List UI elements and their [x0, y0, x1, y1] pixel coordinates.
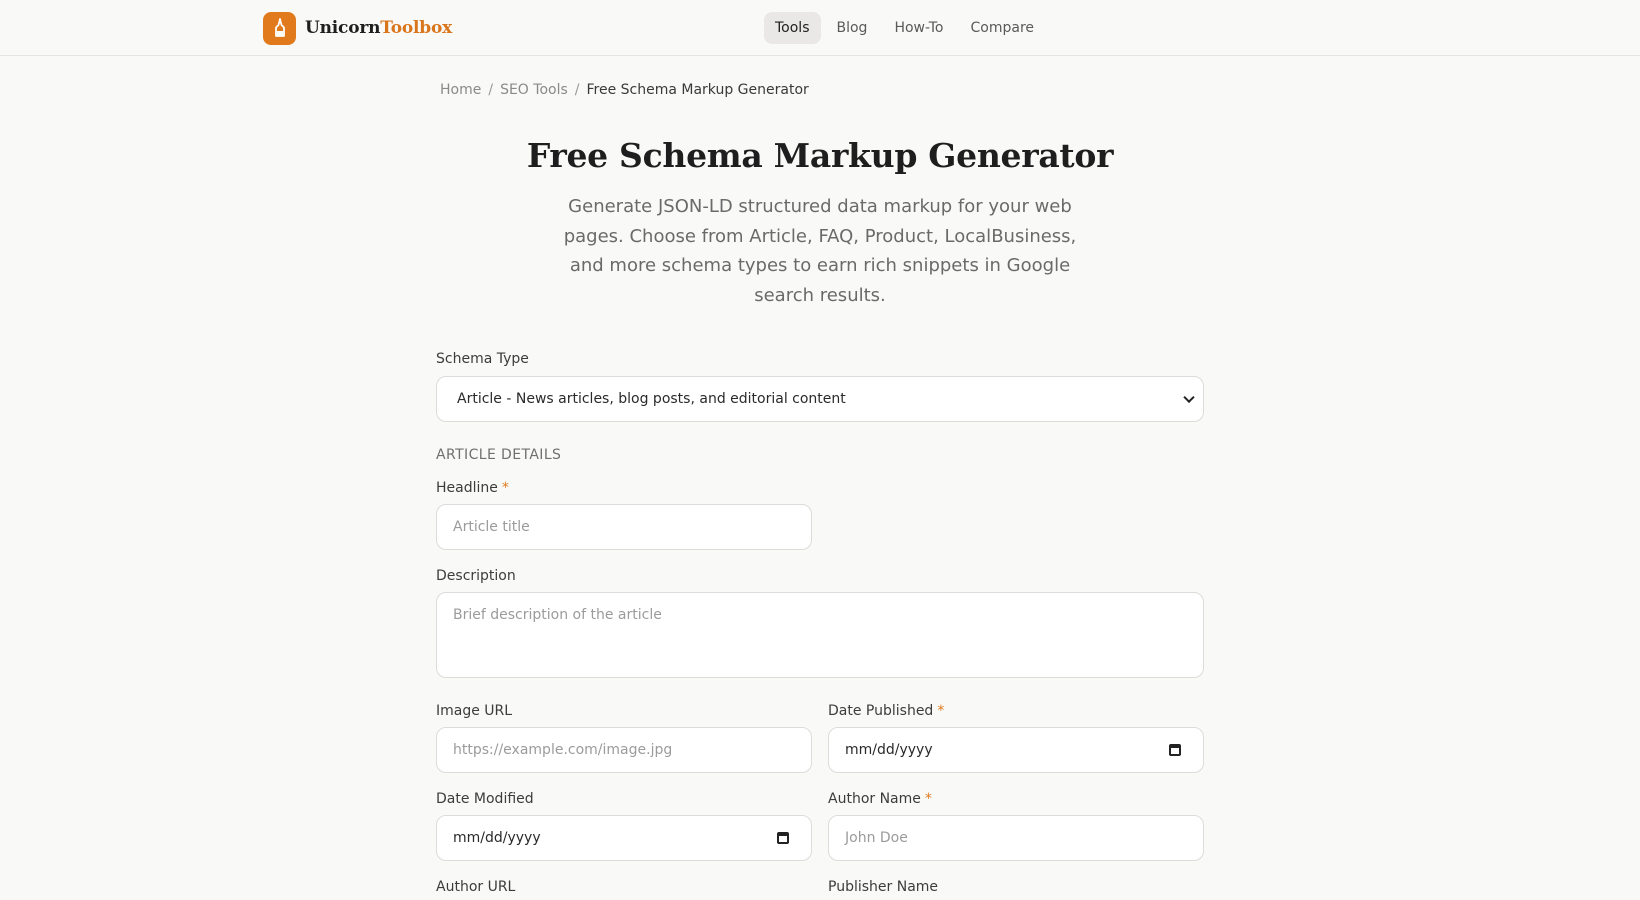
description-textarea[interactable]: Brief description of the article	[436, 592, 1204, 678]
required-marker: *	[924, 791, 932, 807]
publisher-name-label: Publisher Name	[828, 879, 939, 895]
calendar-icon[interactable]	[1169, 744, 1181, 756]
page-description: Generate JSON-LD structured data markup …	[563, 196, 1077, 306]
schema-type-select[interactable]: Article - News articles, blog posts, and…	[436, 376, 1204, 422]
schema-type-selected: Article - News articles, blog posts, and…	[457, 391, 846, 407]
headline-label-text: Headline	[436, 480, 498, 496]
required-marker: *	[501, 480, 509, 496]
brand-name: UnicornToolbox	[305, 18, 452, 38]
author-name-input[interactable]: John Doe	[828, 815, 1204, 861]
brand-logo[interactable]: UnicornToolbox	[263, 11, 452, 45]
nav-blog[interactable]: Blog	[826, 12, 879, 44]
nav-compare[interactable]: Compare	[960, 12, 1046, 44]
image-url-input[interactable]: https://example.com/image.jpg	[436, 727, 812, 773]
image-url-placeholder: https://example.com/image.jpg	[453, 742, 673, 758]
breadcrumb-home[interactable]: Home	[440, 82, 481, 98]
headline-input[interactable]: Article title	[436, 504, 812, 550]
headline-placeholder: Article title	[453, 519, 530, 535]
date-modified-input[interactable]: mm/dd/yyyy	[436, 815, 812, 861]
author-name-label: Author Name *	[828, 791, 932, 807]
author-name-label-text: Author Name	[828, 791, 921, 807]
schema-type-label: Schema Type	[436, 351, 529, 367]
brand-name-part2: Toolbox	[380, 18, 453, 38]
description-placeholder: Brief description of the article	[453, 607, 662, 623]
breadcrumb-separator: /	[574, 82, 580, 98]
date-published-value: mm/dd/yyyy	[845, 742, 933, 758]
image-url-label: Image URL	[436, 703, 513, 719]
breadcrumb-current: Free Schema Markup Generator	[586, 82, 809, 98]
date-published-label: Date Published *	[828, 703, 944, 719]
main-nav: Tools Blog How-To Compare	[764, 12, 1050, 44]
date-published-input[interactable]: mm/dd/yyyy	[828, 727, 1204, 773]
date-published-label-text: Date Published	[828, 703, 934, 719]
date-modified-label: Date Modified	[436, 791, 534, 807]
author-name-placeholder: John Doe	[845, 830, 908, 846]
headline-label: Headline *	[436, 480, 509, 496]
page-title: Free Schema Markup Generator	[526, 136, 1114, 175]
section-title-article-details: ARTICLE DETAILS	[436, 447, 562, 463]
required-marker: *	[937, 703, 945, 719]
nav-tools[interactable]: Tools	[764, 12, 821, 44]
nav-how-to[interactable]: How-To	[883, 12, 954, 44]
unicorn-logo-icon	[263, 11, 296, 45]
chevron-down-icon	[1183, 391, 1195, 404]
brand-name-part1: Unicorn	[305, 18, 381, 38]
calendar-icon[interactable]	[777, 832, 789, 844]
date-modified-value: mm/dd/yyyy	[453, 830, 541, 846]
author-url-label: Author URL	[436, 879, 516, 895]
breadcrumb-seo-tools[interactable]: SEO Tools	[500, 82, 568, 98]
description-label: Description	[436, 568, 516, 584]
top-navbar: UnicornToolbox Tools Blog How-To Compare	[0, 0, 1640, 56]
breadcrumb-separator: /	[488, 82, 494, 98]
breadcrumb: Home / SEO Tools / Free Schema Markup Ge…	[440, 82, 809, 98]
